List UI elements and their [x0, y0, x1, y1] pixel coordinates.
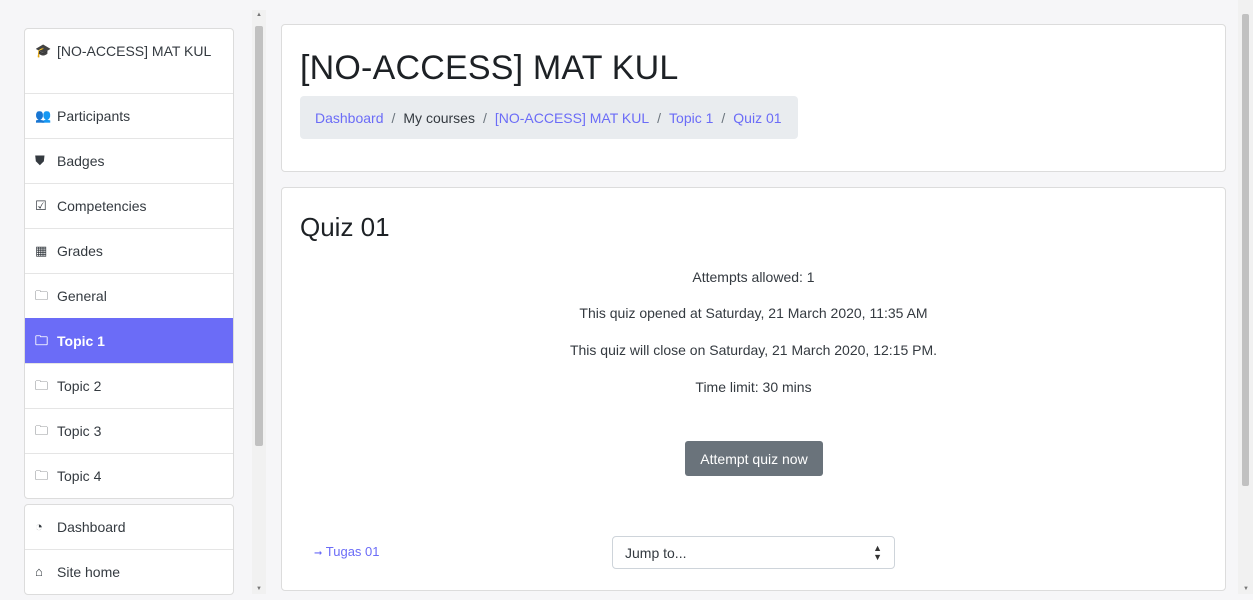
breadcrumb-course[interactable]: [NO-ACCESS] MAT KUL — [495, 110, 649, 126]
page-scrollbar-thumb[interactable] — [1242, 14, 1249, 486]
check-square-icon: ☑ — [35, 198, 47, 213]
sidebar-item-participants[interactable]: 👥 Participants — [25, 93, 233, 138]
home-icon: ⌂ — [35, 564, 43, 579]
sidebar-item-label: Topic 4 — [57, 468, 102, 484]
breadcrumb-topic[interactable]: Topic 1 — [669, 110, 713, 126]
breadcrumb-quiz[interactable]: Quiz 01 — [733, 110, 781, 126]
breadcrumb-separator: / — [391, 109, 396, 126]
quiz-main-region: Quiz 01 Attempts allowed: 1 This quiz op… — [281, 187, 1226, 591]
breadcrumb-separator: / — [657, 109, 662, 126]
quiz-close-text: This quiz will close on Saturday, 21 Mar… — [569, 342, 938, 358]
sidebar-item-competencies[interactable]: ☑ Competencies — [25, 183, 233, 228]
quiz-title: Quiz 01 — [300, 212, 390, 242]
users-icon: 👥 — [35, 108, 52, 123]
prev-activity-label: Tugas 01 — [325, 544, 380, 559]
folder-icon: 🗀 — [35, 468, 49, 483]
jump-to-selected-value: Jump to... — [625, 544, 687, 561]
folder-icon: 🗀 — [35, 288, 49, 303]
sidebar-item-label: Site home — [57, 564, 121, 580]
scroll-up-arrow-icon[interactable]: ▲ — [255, 12, 263, 18]
sidebar-item-general[interactable]: 🗀 General — [25, 273, 233, 318]
page-header: [NO-ACCESS] MAT KUL Dashboard / My cours… — [281, 24, 1226, 172]
breadcrumb: Dashboard / My courses / [NO-ACCESS] MAT… — [300, 96, 798, 139]
course-nav-sidebar: 🎓 [NO-ACCESS] MAT KUL 👥 Participants ⛊ B… — [24, 28, 234, 600]
arrow-right-icon: ➞ — [314, 548, 323, 559]
sidebar-item-grades[interactable]: ▦ Grades — [25, 228, 233, 273]
scroll-down-arrow-icon[interactable]: ▼ — [255, 586, 263, 592]
sidebar-item-label: [NO-ACCESS] MAT KUL — [57, 43, 212, 59]
sidebar-item-label: General — [57, 288, 107, 304]
page-title: [NO-ACCESS] MAT KUL — [300, 49, 679, 87]
sidebar-item-topic-2[interactable]: 🗀 Topic 2 — [25, 363, 233, 408]
sidebar-item-label: Topic 1 — [57, 333, 105, 349]
sidebar-item-label: Topic 2 — [57, 378, 102, 394]
sidebar-item-site-home[interactable]: ⌂ Site home — [25, 549, 233, 594]
table-icon: ▦ — [35, 243, 48, 258]
shield-icon: ⛊ — [35, 153, 45, 168]
prev-activity-link[interactable]: ➞ Tugas 01 — [314, 544, 380, 559]
scroll-down-arrow-icon[interactable]: ▼ — [1242, 586, 1250, 592]
sidebar-item-label: Participants — [57, 108, 131, 124]
sidebar-item-label: Topic 3 — [57, 423, 102, 439]
breadcrumb-separator: / — [721, 109, 726, 126]
course-nav-group: 🎓 [NO-ACCESS] MAT KUL 👥 Participants ⛊ B… — [24, 28, 234, 499]
dashboard-icon: ◔ — [35, 519, 43, 534]
sidebar-item-topic-3[interactable]: 🗀 Topic 3 — [25, 408, 233, 453]
folder-icon: 🗀 — [35, 378, 49, 393]
sidebar-item-topic-4[interactable]: 🗀 Topic 4 — [25, 453, 233, 498]
page-scrollbar[interactable]: ▼ — [1238, 0, 1253, 594]
folder-icon: 🗀 — [35, 333, 49, 348]
sidebar-item-badges[interactable]: ⛊ Badges — [25, 138, 233, 183]
attempts-allowed-text: Attempts allowed: 1 — [692, 269, 815, 285]
graduation-cap-icon: 🎓 — [35, 43, 52, 58]
attempt-quiz-button[interactable]: Attempt quiz now — [685, 441, 823, 476]
breadcrumb-dashboard[interactable]: Dashboard — [315, 110, 384, 126]
sidebar-item-course[interactable]: 🎓 [NO-ACCESS] MAT KUL — [25, 29, 233, 93]
jump-to-select[interactable]: Jump to... ▲ ▼ — [612, 536, 895, 569]
sidebar-item-topic-1[interactable]: 🗀 Topic 1 — [25, 318, 233, 363]
breadcrumb-my-courses: My courses — [403, 109, 475, 126]
time-limit-text: Time limit: 30 mins — [695, 379, 812, 395]
select-caret-icon: ▲ ▼ — [873, 542, 882, 562]
sidebar-item-label: Competencies — [57, 198, 147, 214]
site-nav-group: ◔ Dashboard ⌂ Site home — [24, 504, 234, 595]
sidebar-scrollbar-thumb[interactable] — [255, 26, 263, 446]
sidebar-item-label: Badges — [57, 153, 105, 169]
quiz-opened-text: This quiz opened at Saturday, 21 March 2… — [579, 305, 928, 321]
sidebar-scrollbar[interactable]: ▲ ▼ — [252, 10, 266, 594]
folder-icon: 🗀 — [35, 423, 49, 438]
sidebar-item-label: Dashboard — [57, 519, 126, 535]
sidebar-item-label: Grades — [57, 243, 103, 259]
breadcrumb-separator: / — [482, 109, 487, 126]
sidebar-item-dashboard[interactable]: ◔ Dashboard — [25, 505, 233, 549]
